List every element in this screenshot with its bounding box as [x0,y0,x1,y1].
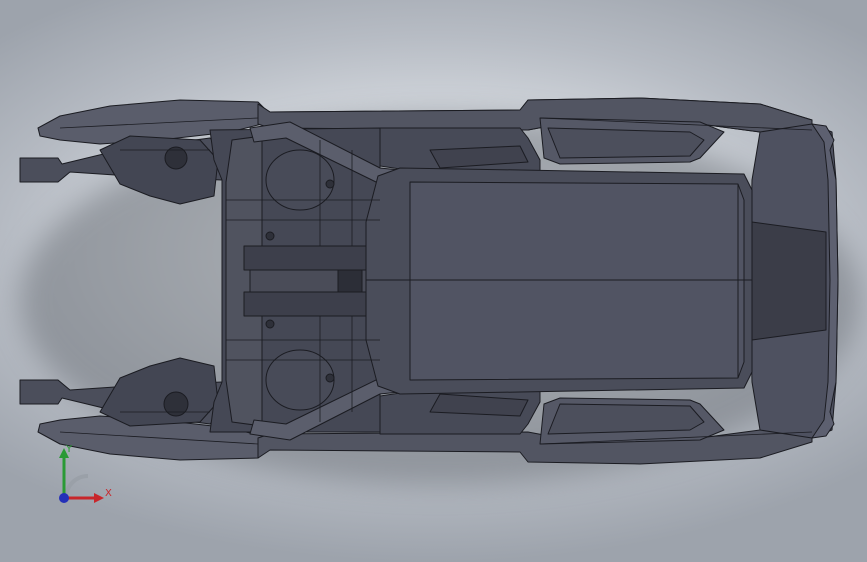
upper-bolt-2 [265,231,275,241]
rear-upper-wheelwell-inner [547,127,705,159]
lower-bolt [325,373,335,383]
orientation-triad: Y X [59,444,112,503]
upper-left-footwell [265,149,335,211]
graphics-viewport[interactable]: Y X [0,0,867,562]
tunnel-lower [243,291,373,317]
floor-pan-raised [409,181,745,381]
car-body-model[interactable] [0,0,867,562]
y-axis-label: Y [65,444,73,455]
x-axis-arrow [94,493,104,503]
rear-lower-wheelwell-inner [547,403,705,435]
lower-bolt-2 [265,319,275,329]
tunnel-detail [337,269,363,293]
z-axis-dot [59,493,69,503]
upper-bolt [325,179,335,189]
tunnel-upper [243,245,373,271]
x-axis-label: X [105,488,112,499]
lower-left-footwell [265,349,335,411]
triad-arc [64,474,89,499]
trunk-tub [751,221,827,341]
